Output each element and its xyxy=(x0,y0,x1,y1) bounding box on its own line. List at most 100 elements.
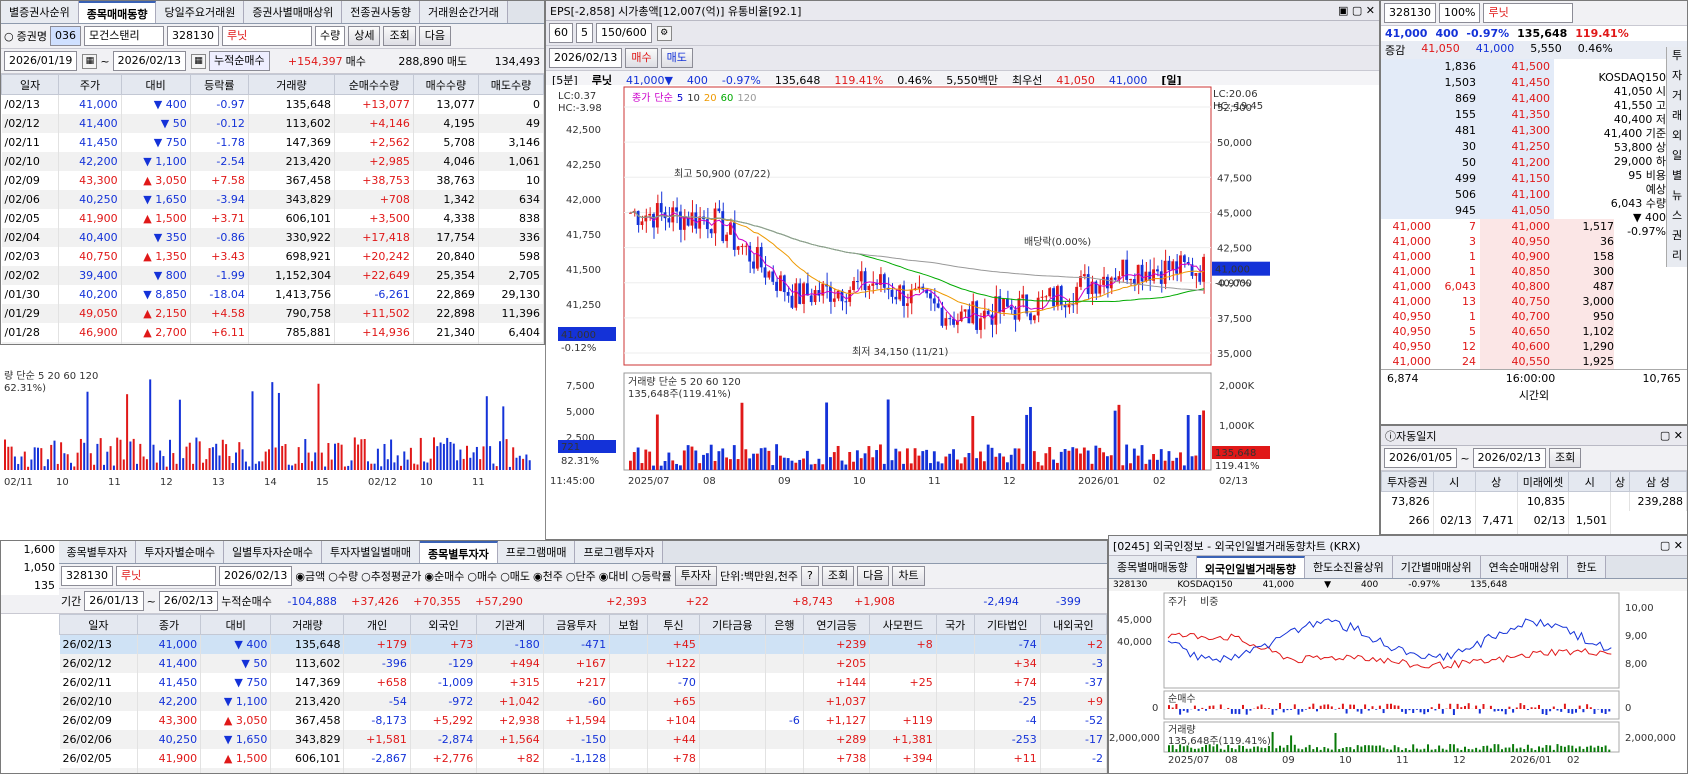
radio-rate[interactable]: ○등락률 xyxy=(632,568,672,584)
auto-search-button[interactable]: 조회 xyxy=(1549,448,1582,468)
table-row[interactable]: /02/12 41,400 ▼ 50 -0.12 113,602 +4,146 4,195 4… xyxy=(1,114,544,133)
inv-date[interactable]: 2026/02/13 xyxy=(219,566,293,586)
col-header[interactable]: 거래량 xyxy=(270,614,345,635)
ob-side-tab[interactable]: 자 xyxy=(1667,67,1687,87)
ob-side-tab[interactable]: 외 xyxy=(1667,127,1687,147)
table-row[interactable]: /02/04 40,400 ▼ 350 -0.86 330,922 +17,418 17,7… xyxy=(1,228,544,247)
table-row[interactable]: /01/30 40,200 ▼ 8,850 -18.04 1,413,756 -6,261… xyxy=(1,285,544,304)
col-header[interactable]: 매수수량 xyxy=(412,74,479,95)
table-row[interactable]: 26/02/05 41,900 ▲ 1,500 606,101 -2,867 +2,776… xyxy=(59,749,1107,768)
col-header[interactable]: 기관계 xyxy=(476,614,544,635)
table-row[interactable]: 26/02/09 43,300 ▲ 3,050 367,458 -8,173 +5,292… xyxy=(59,711,1107,730)
bid-row[interactable]: 40,950 1 40,700 950 xyxy=(1381,309,1687,324)
table-row[interactable]: /02/10 42,200 ▼ 1,100 -2.54 213,420 +2,985 4,0… xyxy=(1,152,544,171)
table-row[interactable]: 26/02/11 41,450 ▼ 750 147,369 +658 -1,009 +315… xyxy=(59,673,1107,692)
auto-date-from[interactable]: 2026/01/05 xyxy=(1384,448,1458,468)
table-row[interactable]: /02/06 40,250 ▼ 1,650 -3.94 343,829 +708 1,342… xyxy=(1,190,544,209)
table-row[interactable]: 26/02/10 42,200 ▼ 1,100 213,420 -54 -972 +1,04… xyxy=(59,692,1107,711)
chart-date-input[interactable]: 2026/02/13 xyxy=(549,48,623,68)
col-header[interactable]: 일자 xyxy=(1,74,60,95)
inv-name[interactable]: 루닛 xyxy=(116,566,216,586)
table-row[interactable]: 26/02/12 41,400 ▼ 50 113,602 -396 -129 +494 +16… xyxy=(59,654,1107,673)
col-header[interactable]: 외국인 xyxy=(409,614,478,635)
col-header[interactable]: 내외국인 xyxy=(1039,614,1107,635)
tab-investor-2[interactable]: 투자자별순매수 xyxy=(136,541,225,563)
radio-qty[interactable]: ○수량 xyxy=(328,568,358,584)
table-row[interactable]: /02/03 40,750 ▲ 1,350 +3.43 698,921 +20,242 20… xyxy=(1,247,544,266)
tab-investor-1[interactable]: 종목별투자자 xyxy=(58,541,137,563)
radio-single[interactable]: ○단주 xyxy=(566,568,596,584)
sell-button[interactable]: 매도 xyxy=(660,48,693,68)
toolbar-icons[interactable]: ⚙ xyxy=(656,25,672,41)
price-chart[interactable]: 종가 단순 5 10 20 60 12052,50050,00047,50045,00042… xyxy=(546,85,1380,540)
ob-side-tab[interactable]: 리 xyxy=(1667,247,1687,267)
search-button[interactable]: 조회 xyxy=(383,26,416,46)
col-header[interactable]: 주가 xyxy=(58,74,122,95)
tab-foreign-4[interactable]: 연속순매매상위 xyxy=(1480,556,1569,578)
ob-side-tab[interactable]: 스 xyxy=(1667,207,1687,227)
tab-investor-7[interactable]: 프로그램투자자 xyxy=(575,541,664,563)
ob-side-tab[interactable]: 별 xyxy=(1667,167,1687,187)
tab-top-4[interactable]: 전종권사동향 xyxy=(342,1,421,23)
col-header[interactable]: 투신 xyxy=(647,614,700,635)
bid-row[interactable]: 41,000 24 40,550 1,925 xyxy=(1381,354,1687,369)
inv-from[interactable]: 26/01/13 xyxy=(84,591,144,611)
interval-n[interactable]: 60 xyxy=(549,23,573,43)
table-row[interactable]: /02/02 39,400 ▼ 800 -1.99 1,152,304 +22,649 25… xyxy=(1,266,544,285)
col-header[interactable]: 대비 xyxy=(120,74,191,95)
table-row[interactable]: /01/29 49,050 ▲ 2,150 +4.58 790,758 +11,502 22… xyxy=(1,304,544,323)
tab-investor-4[interactable]: 투자자별일별매매 xyxy=(322,541,420,563)
window-controls-icon[interactable]: ▣ ▢ ✕ xyxy=(1338,4,1375,17)
table-row[interactable]: 26/02/06 40,250 ▼ 1,650 343,829 +1,581 -2,874… xyxy=(59,730,1107,749)
detail-button[interactable]: 상세 xyxy=(348,26,381,46)
date-from-input[interactable]: 2026/01/19 xyxy=(4,51,78,71)
tab-top-1[interactable]: 종목매매동향 xyxy=(78,1,157,23)
tab-top-0[interactable]: 별증권사순위 xyxy=(1,1,79,23)
ob-side-tab[interactable]: 래 xyxy=(1667,107,1687,127)
help-button[interactable]: ? xyxy=(801,566,819,586)
ob-pct[interactable]: 100% xyxy=(1439,3,1481,23)
col-header[interactable]: 대비 xyxy=(200,614,272,635)
tab-foreign-1[interactable]: 외국인일별거래동향 xyxy=(1196,556,1305,578)
col-header[interactable]: 종가 xyxy=(136,614,202,635)
ob-after[interactable]: 시간외 xyxy=(1381,387,1687,403)
inv-search-button[interactable]: 조회 xyxy=(821,566,855,586)
broker-name-input[interactable]: 모건스탠리 xyxy=(83,26,164,46)
tab-foreign-5[interactable]: 한도 xyxy=(1568,556,1606,578)
date-to-input[interactable]: 2026/02/13 xyxy=(112,51,187,71)
col-header[interactable]: 금융투자 xyxy=(542,614,611,635)
ob-side-tab[interactable]: 거 xyxy=(1667,87,1687,107)
table-row[interactable]: /02/13 41,000 ▼ 400 -0.97 135,648 +13,077 13,0… xyxy=(1,94,544,114)
table-row[interactable]: /02/05 41,900 ▲ 1,500 +3.71 606,101 +3,500 4,3… xyxy=(1,209,544,228)
col-header[interactable]: 기타법인 xyxy=(973,614,1041,635)
table-row[interactable]: /01/2744,200▲ 2,100+4.99641,488-4,93111,… xyxy=(1,342,544,344)
tab-top-2[interactable]: 당일주요거래원 xyxy=(156,1,245,23)
col-header[interactable]: 거래량 xyxy=(247,74,336,95)
intraday-chart[interactable]: 량 단순 5 20 60 120 62.31%) 02/11 10 11 12 13 14 15… xyxy=(0,345,546,540)
foreign-chart[interactable]: 주가 비중 45,000 40,000 10,00 9,00 8,00 순매수 0 0 거래량135… xyxy=(1109,591,1688,766)
bid-row[interactable]: 41,000 6,043 40,800 487 xyxy=(1381,279,1687,294)
col-header[interactable]: 연기금등 xyxy=(802,614,871,635)
tab-top-5[interactable]: 거래원순간거래 xyxy=(420,1,508,23)
radio-buy[interactable]: ○매수 xyxy=(467,568,497,584)
tab-foreign-2[interactable]: 한도소진율상위 xyxy=(1304,556,1393,578)
ob-side-tab[interactable]: 뉴 xyxy=(1667,187,1687,207)
calendar-icon[interactable]: ▦ xyxy=(82,53,98,69)
inv-code[interactable]: 328130 xyxy=(61,566,113,586)
table-row[interactable]: /02/09 43,300 ▲ 3,050 +7.58 367,458 +38,753 38… xyxy=(1,171,544,190)
window-controls-icon[interactable]: ▢ ✕ xyxy=(1660,539,1683,552)
col-header[interactable]: 기타금융 xyxy=(698,614,766,635)
stock-code-input[interactable]: 328130 xyxy=(166,26,219,46)
table-row[interactable]: /01/28 46,900 ▲ 2,700 +6.11 785,881 +14,936 21… xyxy=(1,323,544,342)
bid-row[interactable]: 41,000 1 40,850 300 xyxy=(1381,264,1687,279)
ob-code[interactable]: 328130 xyxy=(1384,3,1436,23)
ob-side-tab[interactable]: 일 xyxy=(1667,147,1687,167)
ob-side-tab[interactable]: 투 xyxy=(1667,47,1687,67)
inv-chart-button[interactable]: 차트 xyxy=(892,566,925,586)
radio-avg[interactable]: ○추정평균가 xyxy=(361,568,421,584)
col-header[interactable]: 순매수수량 xyxy=(334,74,414,95)
buy-button[interactable]: 매수 xyxy=(625,48,658,68)
table-row[interactable]: 26/02/13 41,000 ▼ 400 135,648 +179 +73 -180 -47… xyxy=(59,634,1107,654)
col-header[interactable]: 은행 xyxy=(764,614,804,635)
col-header[interactable]: 보험 xyxy=(609,614,649,635)
